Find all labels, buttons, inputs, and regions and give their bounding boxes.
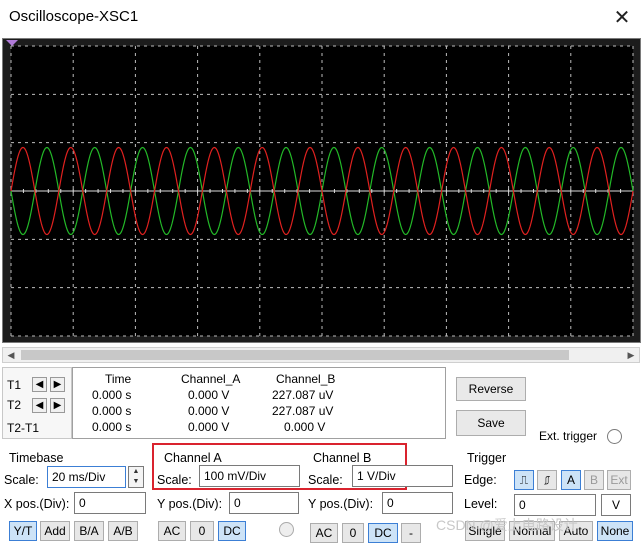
t1-left-arrow-icon[interactable]: ◀ xyxy=(32,377,47,392)
readout-t2-time: 0.000 s xyxy=(92,404,132,418)
channel-b-scale-field[interactable]: 1 V/Div xyxy=(352,465,453,487)
timebase-scale-stepper[interactable]: ▲ ▼ xyxy=(128,466,144,488)
timebase-xpos-label: X pos.(Div): xyxy=(4,497,70,511)
window-title: Oscilloscope-XSC1 xyxy=(9,8,139,25)
mode-add-button[interactable]: Add xyxy=(40,521,70,541)
readout-t2-channel-a: 0.000 V xyxy=(188,404,230,418)
channel-a-zero-button[interactable]: 0 xyxy=(190,521,214,541)
readout-t1-time: 0.000 s xyxy=(92,388,132,402)
t2-left-arrow-icon[interactable]: ◀ xyxy=(32,398,47,413)
trigger-level-field[interactable]: 0 xyxy=(514,494,596,516)
mode-ba-button[interactable]: B/A xyxy=(74,521,104,541)
mode-ab-button[interactable]: A/B xyxy=(108,521,138,541)
cursor-t1-label: T1 xyxy=(7,378,22,392)
channel-b-minus-button[interactable]: - xyxy=(401,523,421,543)
trigger-edge-label: Edge: xyxy=(464,473,497,487)
t1-right-arrow-icon[interactable]: ▶ xyxy=(50,377,65,392)
timebase-scale-label: Scale: xyxy=(4,473,39,487)
ext-trigger-label: Ext. trigger xyxy=(539,429,598,443)
title-bar: Oscilloscope-XSC1 ✕ xyxy=(0,0,642,37)
scroll-thumb[interactable] xyxy=(21,350,569,360)
channel-b-ac-button[interactable]: AC xyxy=(310,523,338,543)
save-button[interactable]: Save xyxy=(456,410,526,436)
channel-b-zero-button[interactable]: 0 xyxy=(342,523,364,543)
trigger-source-a-button[interactable]: A xyxy=(561,470,581,490)
horizontal-scrollbar[interactable]: ◀ ▶ xyxy=(2,347,640,363)
ext-trigger-terminal[interactable] xyxy=(607,429,622,444)
reverse-button[interactable]: Reverse xyxy=(456,377,526,401)
mode-yt-button[interactable]: Y/T xyxy=(9,521,37,541)
timebase-scale-field[interactable]: 20 ms/Div xyxy=(47,466,126,488)
rising-edge-icon[interactable]: ⎍ xyxy=(514,470,534,490)
trigger-source-b-button[interactable]: B xyxy=(584,470,604,490)
stepper-up-icon[interactable]: ▲ xyxy=(129,467,143,477)
readout-t2t1-channel-b: 0.000 V xyxy=(284,420,326,434)
falling-edge-icon[interactable]: ⎎ xyxy=(537,470,557,490)
close-icon[interactable]: ✕ xyxy=(610,6,634,30)
channel-b-ypos-label: Y pos.(Div): xyxy=(308,497,374,511)
stepper-down-icon[interactable]: ▼ xyxy=(129,477,143,487)
readout-t1-channel-b: 227.087 uV xyxy=(272,388,334,402)
scope-display xyxy=(3,39,640,342)
trigger-source-ext-button[interactable]: Ext xyxy=(607,470,631,490)
cursor-t2t1-label: T2-T1 xyxy=(7,421,40,435)
readout-t2t1-channel-a: 0.000 V xyxy=(188,420,230,434)
trigger-title: Trigger xyxy=(467,451,507,465)
timebase-title: Timebase xyxy=(9,451,64,465)
channel-b-title: Channel B xyxy=(313,451,372,465)
readout-header-channel-a: Channel_A xyxy=(181,372,241,386)
trigger-level-label: Level: xyxy=(464,497,498,511)
watermark-text: CSDN @爱上电路设计 xyxy=(436,517,578,533)
channel-b-ypos-field[interactable]: 0 xyxy=(382,492,453,514)
channel-b-scale-label: Scale: xyxy=(308,473,343,487)
channel-a-terminal[interactable] xyxy=(279,522,294,537)
timebase-xpos-field[interactable]: 0 xyxy=(74,492,146,514)
readout-t2t1-time: 0.000 s xyxy=(92,420,132,434)
readout-header-channel-b: Channel_B xyxy=(276,372,336,386)
trigger-level-unit[interactable]: V xyxy=(601,494,631,516)
trigger-none-button[interactable]: None xyxy=(597,521,633,541)
channel-b-dc-button[interactable]: DC xyxy=(368,523,398,543)
channel-a-ac-button[interactable]: AC xyxy=(158,521,186,541)
t2-right-arrow-icon[interactable]: ▶ xyxy=(50,398,65,413)
channel-a-dc-button[interactable]: DC xyxy=(218,521,246,541)
scroll-right-icon[interactable]: ▶ xyxy=(623,348,639,362)
cursor-t2-label: T2 xyxy=(7,398,22,412)
readout-header-time: Time xyxy=(105,372,132,386)
scroll-left-icon[interactable]: ◀ xyxy=(3,348,19,362)
channel-a-ypos-field[interactable]: 0 xyxy=(229,492,299,514)
channel-a-ypos-label: Y pos.(Div): xyxy=(157,497,223,511)
oscilloscope-screen xyxy=(2,38,641,343)
readout-t1-channel-a: 0.000 V xyxy=(188,388,230,402)
measurement-readout: Time Channel_A Channel_B 0.000 s 0.000 V… xyxy=(72,367,446,439)
cursor-controls: T1 ◀ ▶ T2 ◀ ▶ T2-T1 xyxy=(2,367,72,439)
readout-t2-channel-b: 227.087 uV xyxy=(272,404,334,418)
